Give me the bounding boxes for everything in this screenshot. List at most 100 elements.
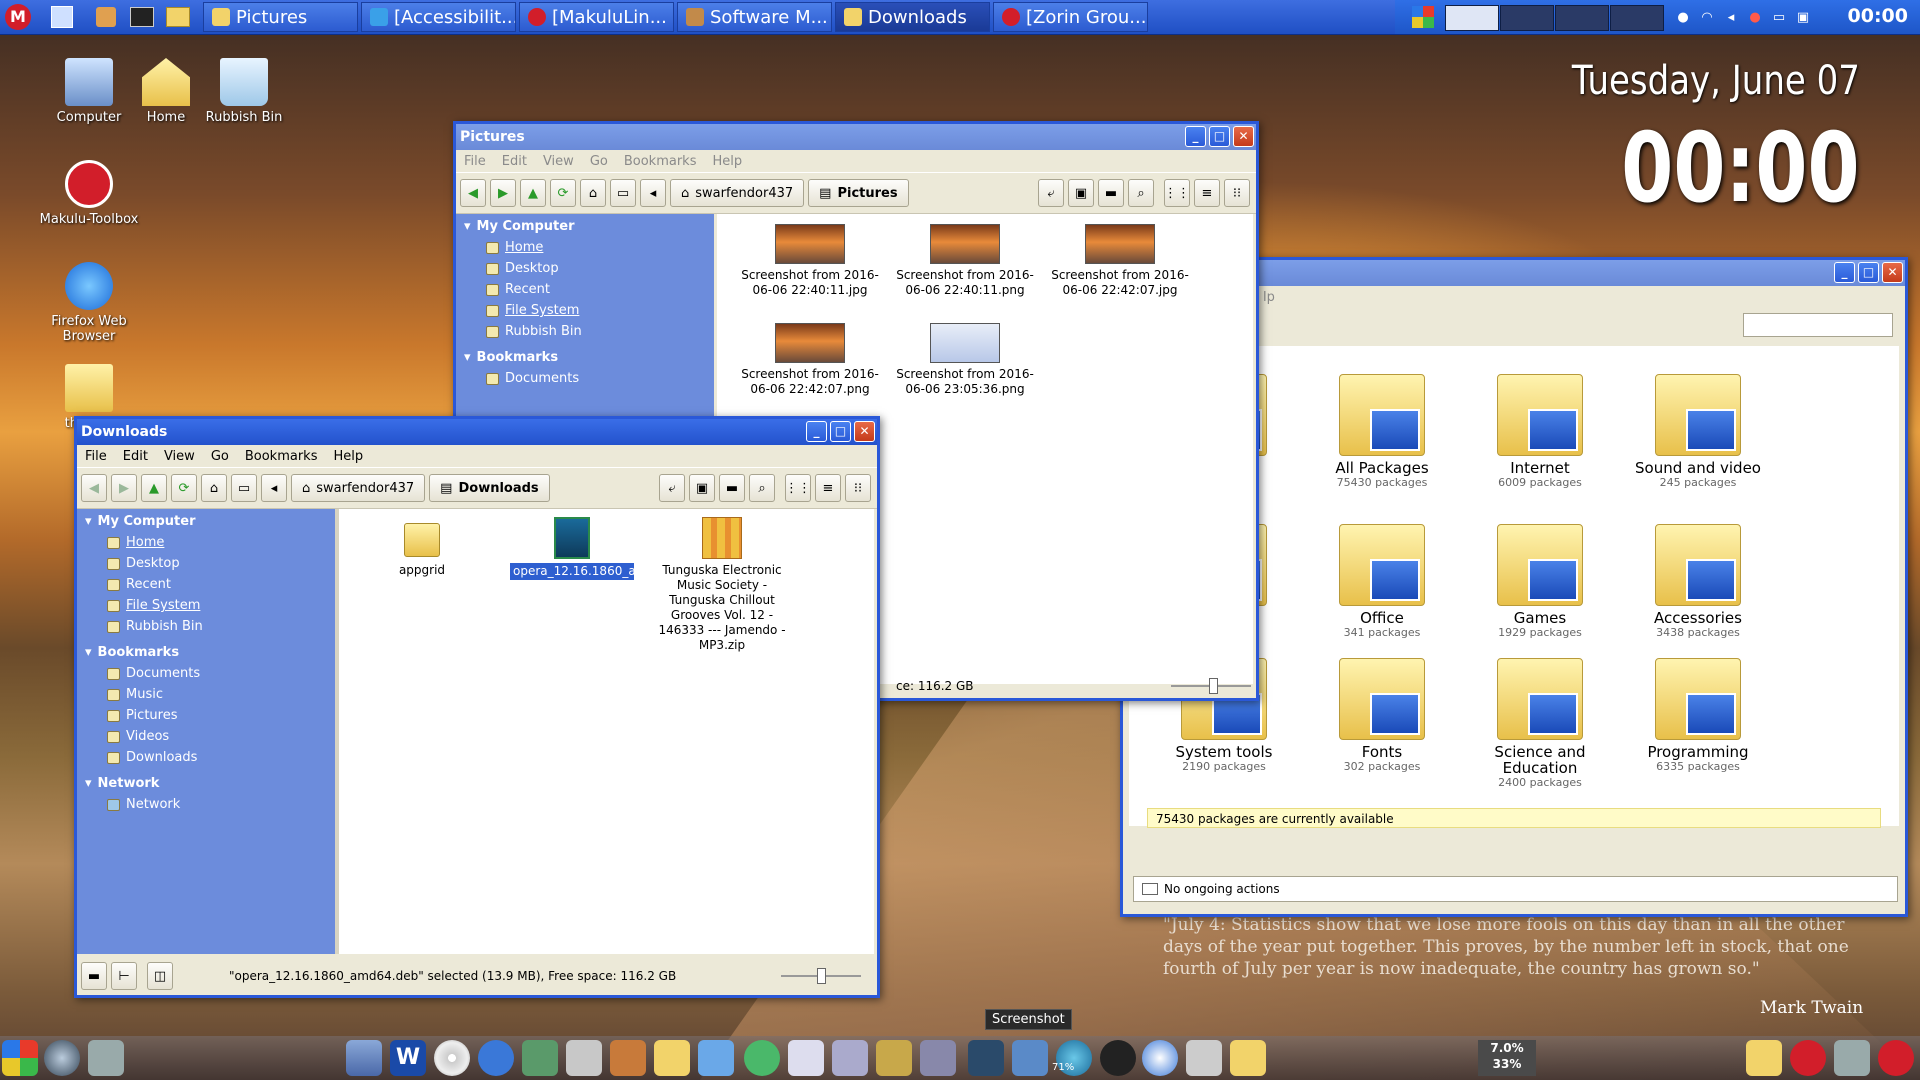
minimize-button[interactable]: _ (1834, 262, 1855, 283)
minimize-button[interactable]: _ (1185, 126, 1206, 147)
icon-view-icon[interactable]: ⋮⋮ (1164, 179, 1190, 207)
audio-icon[interactable] (744, 1040, 780, 1076)
terminal-icon[interactable]: ▣ (689, 474, 715, 502)
category-item[interactable]: Programming 6335 packages (1623, 658, 1773, 773)
screenshot-app-icon[interactable] (788, 1040, 824, 1076)
task-makululinux[interactable]: [MakuluLin... (519, 2, 674, 32)
breadcrumb-current[interactable]: ▤ Downloads (429, 474, 550, 502)
display-icon[interactable]: ▣ (1793, 3, 1813, 31)
windows-logo-icon[interactable] (1409, 3, 1437, 31)
menu-view[interactable]: View (543, 154, 574, 169)
show-places-icon[interactable]: ▬ (81, 962, 107, 990)
task-pictures[interactable]: Pictures (203, 2, 358, 32)
new-folder-icon[interactable]: ▬ (719, 474, 745, 502)
up-arrow-icon[interactable]: ▲ (520, 179, 546, 207)
show-tree-icon[interactable]: ⊢ (111, 962, 137, 990)
opera-icon[interactable] (1878, 1040, 1914, 1076)
sidebar-item-desktop[interactable]: Desktop (77, 553, 335, 574)
sidebar-item-pictures[interactable]: Pictures (77, 705, 335, 726)
sidebar-item-file-system[interactable]: File System (77, 595, 335, 616)
desktop-icon-rubbish-bin[interactable]: Rubbish Bin (189, 58, 299, 125)
file-item-opera-deb[interactable]: opera_12.16.1860_amd64.deb (497, 517, 697, 580)
trash-icon[interactable] (1186, 1040, 1222, 1076)
file-item[interactable]: Screenshot from 2016-06-06 22:40:11.jpg (735, 224, 885, 298)
launcher-icon[interactable] (48, 3, 76, 31)
home-icon[interactable]: ⌂ (580, 179, 606, 207)
location-icon[interactable]: ⤶ (1038, 179, 1064, 207)
media-player-icon[interactable] (1100, 1040, 1136, 1076)
breadcrumb-home[interactable]: ⌂ swarfendor437 (291, 474, 426, 502)
file-item-tunguska-zip[interactable]: Tunguska Electronic Music Society - Tung… (647, 517, 797, 653)
back-arrow-icon[interactable]: ◀ (81, 474, 107, 502)
computer-icon[interactable]: ▭ (610, 179, 636, 207)
compass-icon[interactable] (1142, 1040, 1178, 1076)
bluetooth-icon[interactable] (920, 1040, 956, 1076)
category-item[interactable]: Games 1929 packages (1465, 524, 1615, 639)
zoom-slider[interactable] (1171, 678, 1251, 694)
printer-icon[interactable] (88, 1040, 124, 1076)
folder-icon[interactable] (654, 1040, 690, 1076)
disc-icon[interactable] (434, 1040, 470, 1076)
terminal-launcher-icon[interactable] (128, 3, 156, 31)
sidebar-item-documents[interactable]: Documents (77, 663, 335, 684)
window-titlebar[interactable]: Pictures _ □ ✕ (456, 124, 1256, 150)
category-item[interactable]: All Packages 75430 packages (1307, 374, 1457, 489)
category-item[interactable]: Sound and video 245 packages (1623, 374, 1773, 489)
terminal-icon[interactable]: ▣ (1068, 179, 1094, 207)
sidebar-section-my-computer[interactable]: ▾ My Computer (77, 509, 335, 532)
workspace-1[interactable] (1445, 5, 1499, 31)
category-item[interactable]: Internet 6009 packages (1465, 374, 1615, 489)
menu-go[interactable]: Go (211, 449, 229, 464)
menu-edit[interactable]: Edit (123, 449, 148, 464)
sidebar-item-file-system[interactable]: File System (456, 300, 714, 321)
path-left-icon[interactable]: ◂ (261, 474, 287, 502)
forward-arrow-icon[interactable]: ▶ (111, 474, 137, 502)
desktop-icon-makulu-toolbox[interactable]: Makulu-Toolbox (34, 160, 144, 227)
panel-clock[interactable]: 00:00 (1848, 5, 1908, 27)
makulu-logo-icon[interactable] (1790, 1040, 1826, 1076)
new-folder-icon[interactable]: ▬ (1098, 179, 1124, 207)
user-icon[interactable]: ● (1673, 3, 1693, 31)
folder-item-appgrid[interactable]: appgrid (347, 523, 497, 578)
maximize-button[interactable]: □ (1209, 126, 1230, 147)
minimize-button[interactable]: _ (806, 421, 827, 442)
sidebar-item-recent[interactable]: Recent (456, 279, 714, 300)
breadcrumb-home[interactable]: ⌂ swarfendor437 (670, 179, 805, 207)
globe-icon[interactable]: 71% (1052, 1040, 1092, 1076)
menu-bookmarks[interactable]: Bookmarks (245, 449, 318, 464)
reload-icon[interactable]: ⟳ (171, 474, 197, 502)
workspace-3[interactable] (1555, 5, 1609, 31)
breadcrumb-current[interactable]: ▤ Pictures (808, 179, 909, 207)
settings-launcher-icon[interactable] (92, 3, 120, 31)
opera-tray-icon[interactable]: ● (1745, 3, 1765, 31)
makulu-menu-icon[interactable]: M (2, 3, 34, 31)
sidebar-item-network[interactable]: Network (77, 794, 335, 815)
menu-help[interactable]: lp (1263, 290, 1275, 305)
menu-file[interactable]: File (85, 449, 107, 464)
menu-go[interactable]: Go (590, 154, 608, 169)
home-icon[interactable]: ⌂ (201, 474, 227, 502)
sidebar-section-my-computer[interactable]: ▾ My Computer (456, 214, 714, 237)
window-titlebar[interactable]: Downloads _ □ ✕ (77, 419, 877, 445)
sidebar-item-recent[interactable]: Recent (77, 574, 335, 595)
reload-icon[interactable]: ⟳ (550, 179, 576, 207)
category-item[interactable]: Accessories 3438 packages (1623, 524, 1773, 639)
sidebar-item-home[interactable]: Home (77, 532, 335, 553)
compact-view-icon[interactable]: ⁝⁝ (845, 474, 871, 502)
software-icon[interactable] (610, 1040, 646, 1076)
menu-file[interactable]: File (464, 154, 486, 169)
file-item[interactable]: Screenshot from 2016-06-06 23:05:36.png (890, 323, 1040, 397)
category-item[interactable]: Fonts 302 packages (1307, 658, 1457, 773)
lock-icon[interactable] (876, 1040, 912, 1076)
file-item[interactable]: Screenshot from 2016-06-06 22:42:07.png (735, 323, 885, 397)
folder-icon[interactable] (1230, 1040, 1266, 1076)
network-graph-icon[interactable] (968, 1040, 1004, 1076)
path-left-icon[interactable]: ◂ (640, 179, 666, 207)
video-camera-icon[interactable] (478, 1040, 514, 1076)
close-button[interactable]: ✕ (854, 421, 875, 442)
location-icon[interactable]: ⤶ (659, 474, 685, 502)
folder-launcher-icon[interactable] (164, 3, 192, 31)
sidebar-section-bookmarks[interactable]: ▾ Bookmarks (456, 342, 714, 368)
list-view-icon[interactable]: ≡ (1194, 179, 1220, 207)
zoom-slider[interactable] (781, 968, 861, 984)
